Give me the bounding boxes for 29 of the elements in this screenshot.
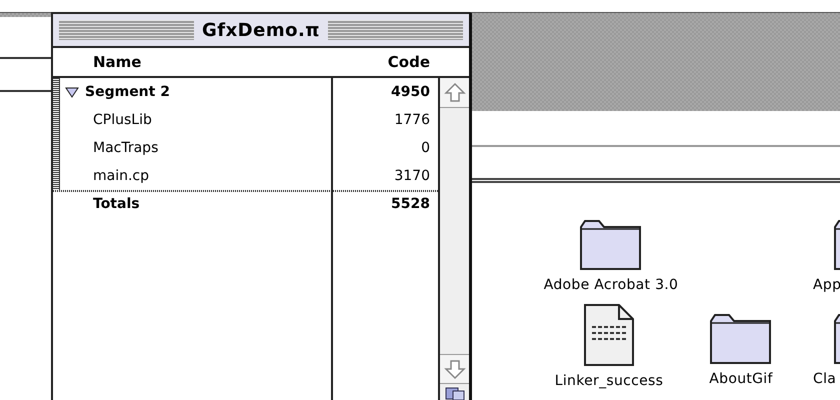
icon-label[interactable]: Adobe Acrobat 3.0 [544, 275, 678, 296]
code-size: 1776 [394, 112, 430, 128]
window-title-bar [0, 13, 53, 17]
file-name[interactable]: main.cp [93, 166, 150, 186]
totals-label: Totals [93, 194, 140, 214]
window-title-bar[interactable]: GfxDemo.π [53, 14, 469, 48]
column-header[interactable]: Name [53, 50, 331, 74]
code-size: 0 [421, 140, 430, 156]
column-header[interactable]: Code [331, 50, 438, 74]
scroll-bar[interactable] [438, 78, 469, 400]
disclosure-triangle-icon[interactable] [65, 86, 79, 98]
icon-label[interactable]: Linker_success [554, 371, 664, 392]
scroll-up-button[interactable] [440, 78, 469, 108]
file-name[interactable]: CPlusLib [93, 110, 152, 130]
windows-icon[interactable] [444, 387, 464, 400]
drag-grip[interactable] [53, 78, 60, 190]
folder-icon[interactable] [709, 313, 773, 365]
window-title: GfxDemo.π [202, 18, 320, 42]
icon-label[interactable]: AboutGif [709, 369, 773, 390]
file-name[interactable]: MacTraps [93, 138, 158, 158]
down-arrow-icon [444, 358, 466, 380]
code-size: 4950 [391, 84, 430, 100]
folder-icon[interactable] [579, 219, 643, 271]
up-arrow-icon [444, 82, 466, 104]
totals-value: 5528 [391, 196, 430, 212]
file-name[interactable]: Segment 2 [85, 82, 170, 102]
document-icon[interactable] [583, 303, 635, 367]
icon-label[interactable]: Cla [813, 369, 836, 390]
code-size: 3170 [394, 168, 430, 184]
